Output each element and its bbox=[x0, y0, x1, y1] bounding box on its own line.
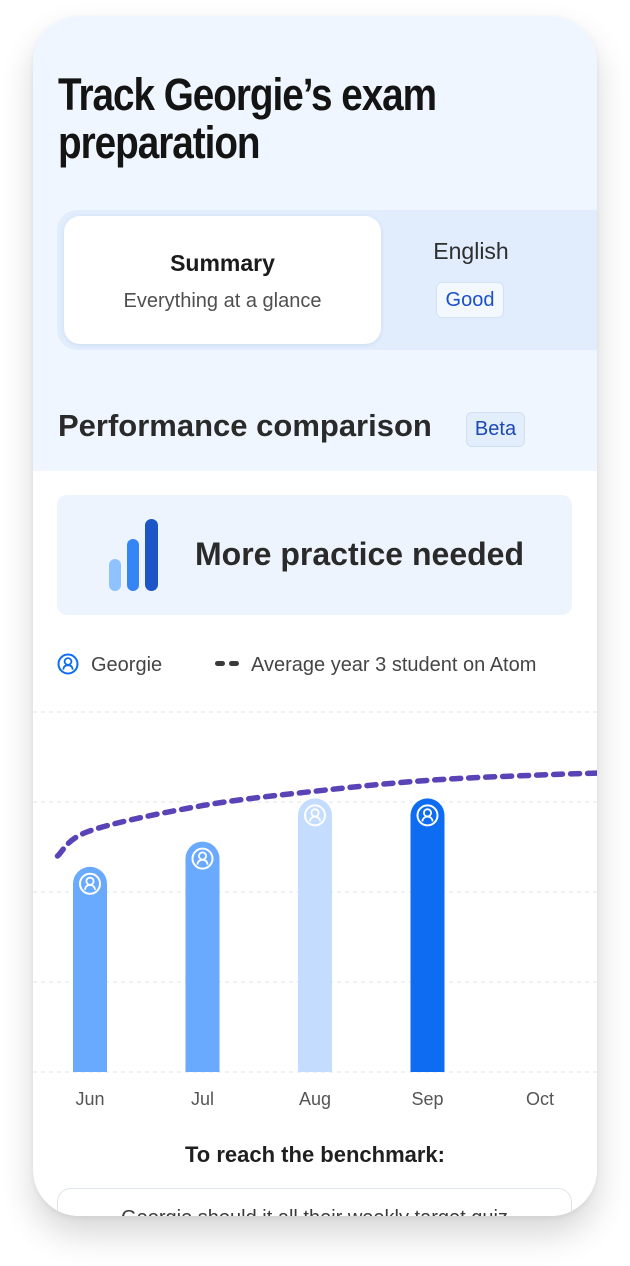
status-card: More practice needed bbox=[57, 495, 572, 615]
beta-badge: Beta bbox=[466, 412, 525, 447]
benchmark-card: Georgie should it all their weekly targe… bbox=[57, 1188, 572, 1216]
tab-summary-subtitle: Everything at a glance bbox=[123, 290, 322, 312]
x-tick-label: Oct bbox=[526, 1089, 554, 1109]
status-badge: Good bbox=[436, 282, 504, 318]
x-tick-label: Aug bbox=[299, 1089, 331, 1109]
chart-bar bbox=[185, 841, 220, 1072]
x-tick-label: Sep bbox=[411, 1089, 443, 1109]
phone-frame: Track Georgie’s exam preparation Summary… bbox=[33, 16, 597, 1216]
chart-bar bbox=[410, 798, 445, 1072]
chart-bar bbox=[298, 798, 332, 1072]
tab-summary-title: Summary bbox=[170, 250, 275, 276]
tab-summary[interactable]: Summary Everything at a glance bbox=[64, 216, 381, 344]
page-title: Track Georgie’s exam preparation bbox=[58, 69, 437, 168]
x-tick-label: Jul bbox=[191, 1089, 214, 1109]
benchmark-text: Georgie should it all their weekly targe… bbox=[58, 1207, 571, 1216]
chart-legend: Georgie Average year 3 student on Atom bbox=[57, 652, 587, 682]
dashed-line-icon bbox=[215, 661, 239, 666]
benchmark-title: To reach the benchmark: bbox=[185, 1142, 445, 1167]
x-tick-label: Jun bbox=[75, 1089, 104, 1109]
bar-chart-icon bbox=[109, 519, 158, 591]
legend-average-label: Average year 3 student on Atom bbox=[251, 654, 537, 676]
performance-chart: Jun Jul Aug Sep Oct bbox=[33, 711, 597, 1109]
tab-english[interactable]: English Good bbox=[381, 210, 561, 350]
chart-bar bbox=[73, 866, 107, 1072]
section-title: Performance comparison bbox=[58, 408, 432, 443]
tab-english-title: English bbox=[433, 238, 509, 264]
user-icon bbox=[57, 653, 79, 675]
legend-georgie-label: Georgie bbox=[91, 654, 163, 676]
tab-bar: Summary Everything at a glance English G… bbox=[57, 210, 597, 350]
status-text: More practice needed bbox=[195, 536, 524, 572]
